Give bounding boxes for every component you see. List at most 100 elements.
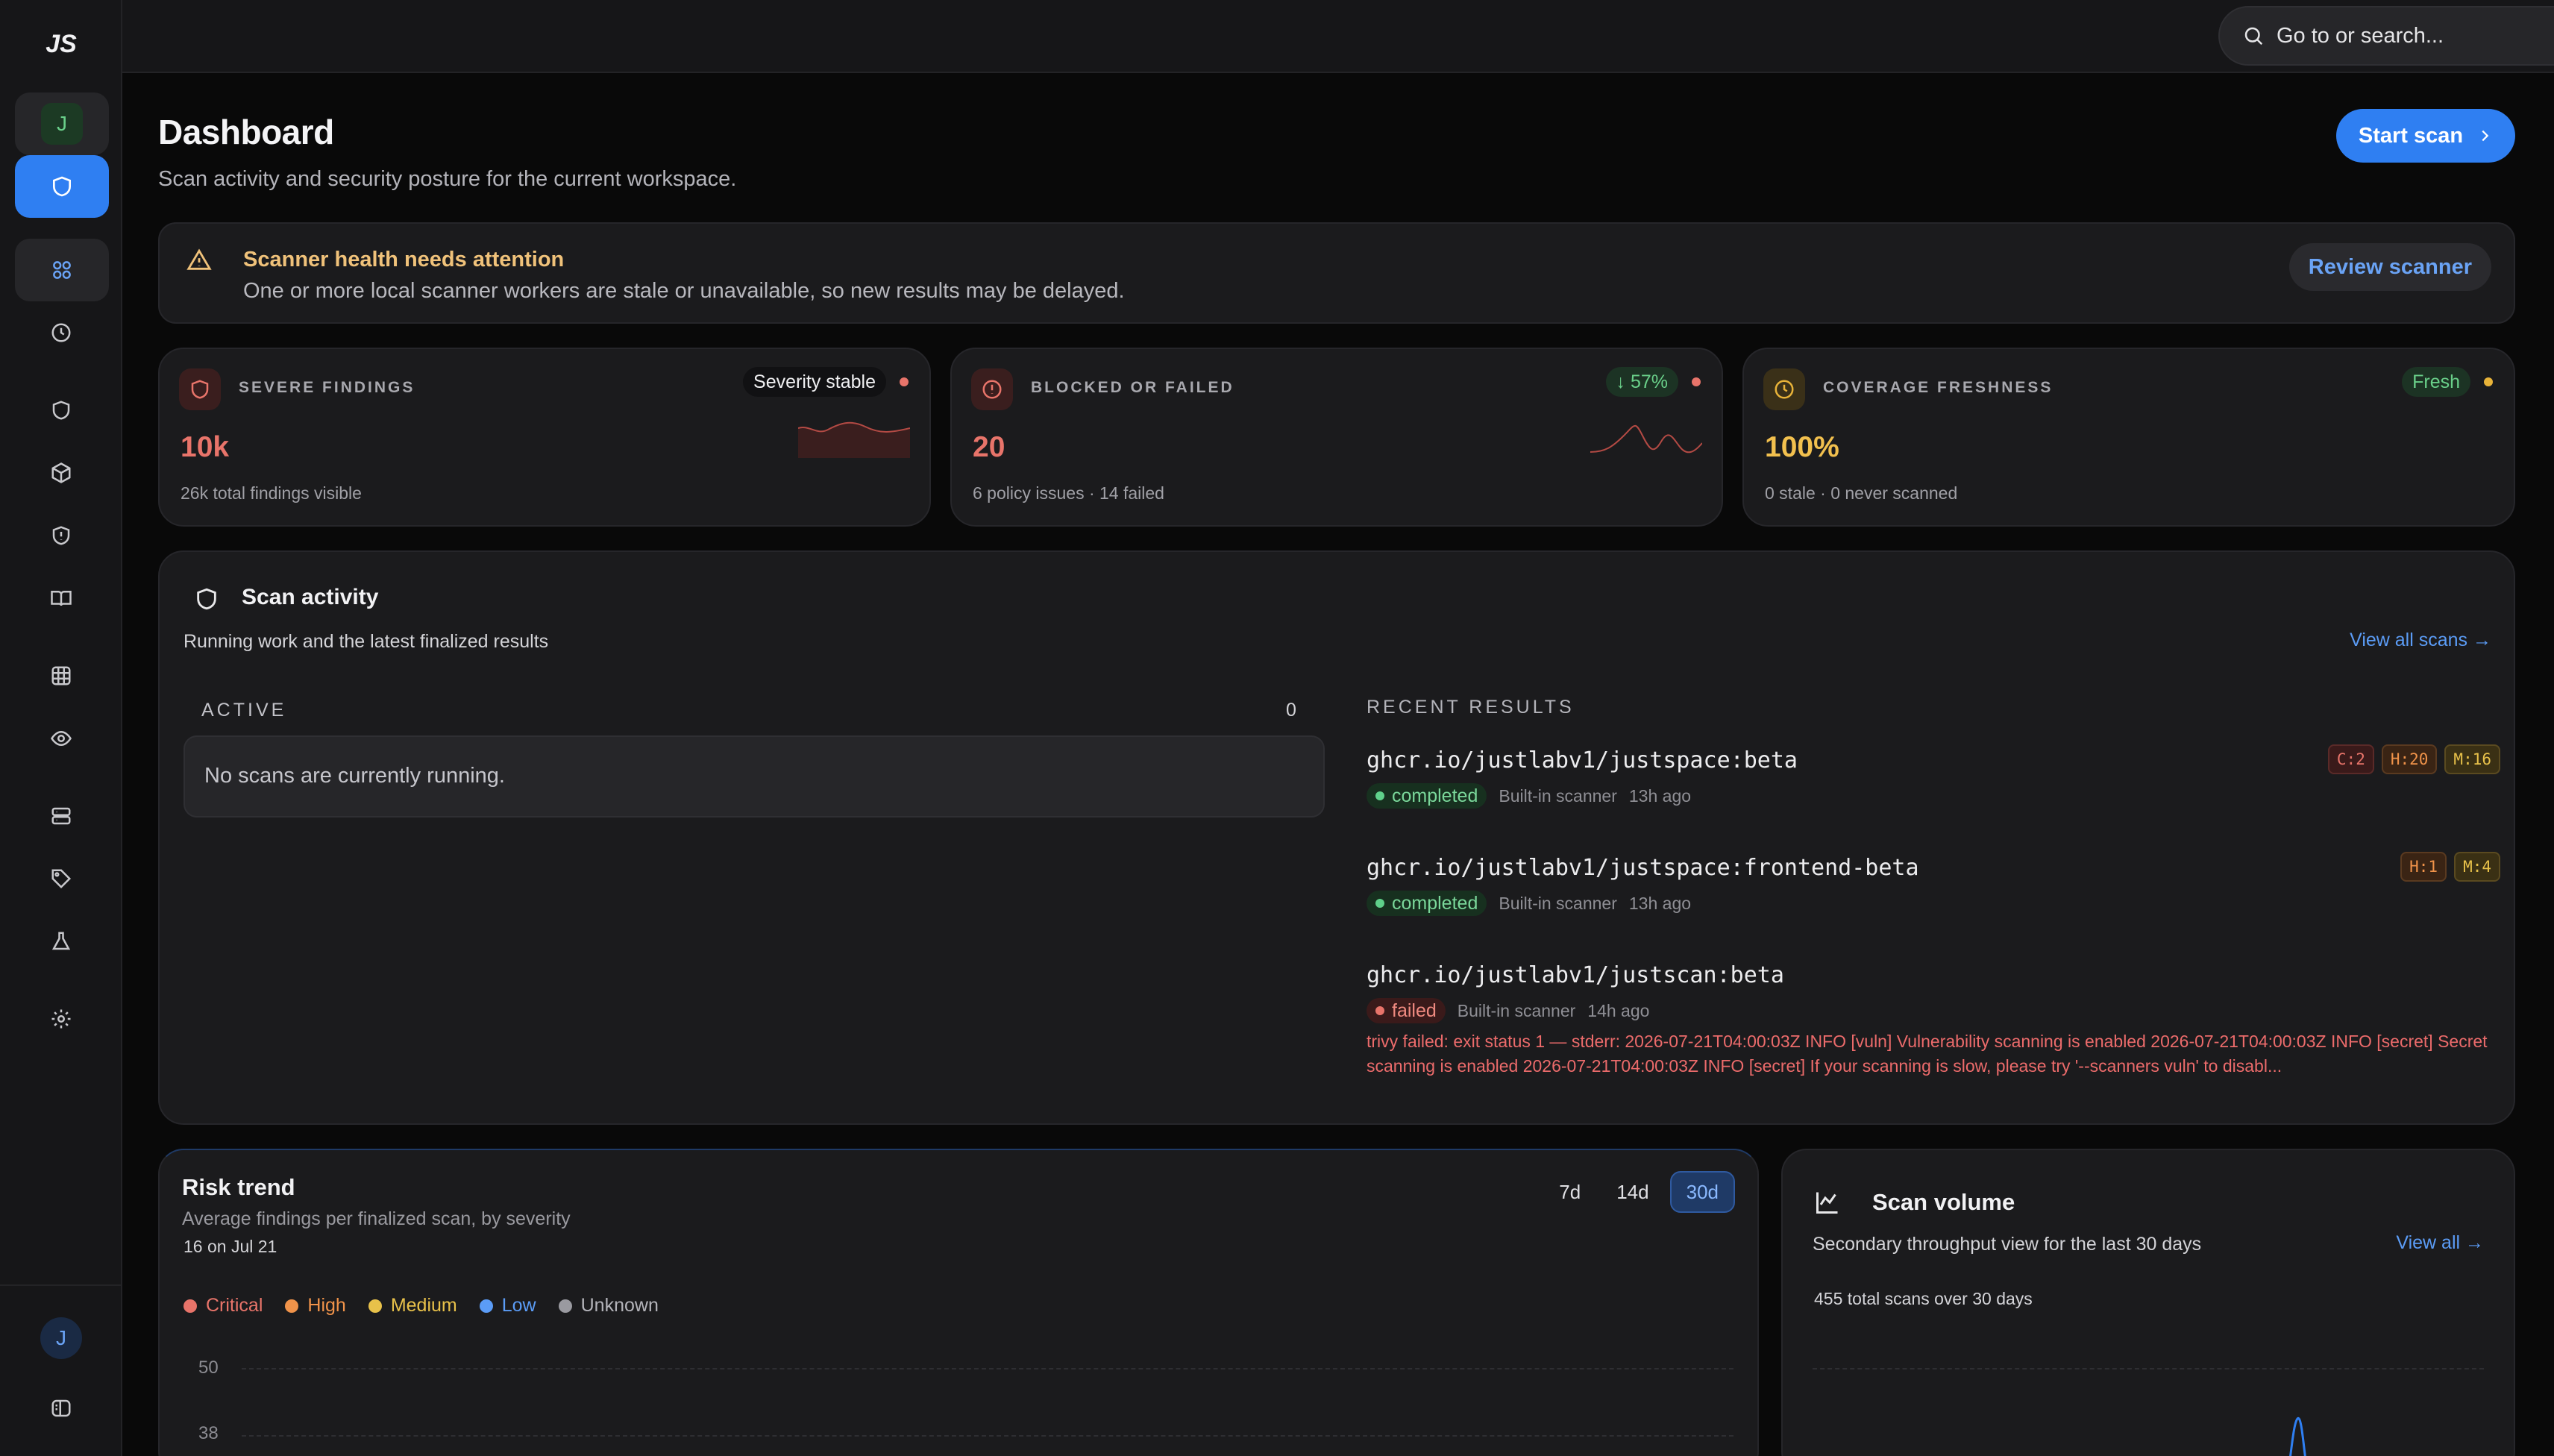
status-badge: completed (1367, 891, 1487, 916)
sidebar-divider (0, 1284, 121, 1286)
image-name: ghcr.io/justlabv1/justspace:frontend-bet… (1367, 855, 1919, 881)
alert-text: One or more local scanner workers are st… (243, 279, 1125, 303)
metric-sparkline (1590, 424, 1702, 454)
scanner-name: Built-in scanner (1499, 893, 1617, 913)
range-7d[interactable]: 7d (1544, 1171, 1596, 1213)
active-scans-empty-state: No scans are currently running. (183, 735, 1325, 818)
search-placeholder: Go to or search... (2277, 23, 2444, 48)
result-meta: failed Built-in scanner 14h ago (1367, 998, 1649, 1023)
result-item[interactable]: ghcr.io/justlabv1/justscan:beta failed B… (1367, 962, 2500, 1076)
sidebar-item-scanners[interactable] (46, 801, 76, 831)
severity-badges: C:2 H:20 M:16 (2327, 744, 2500, 774)
volume-spike (2289, 1417, 2306, 1456)
sidebar-item-dashboard[interactable] (15, 239, 109, 301)
medium-badge: M:16 (2444, 744, 2500, 774)
workspace-avatar: J (41, 103, 83, 145)
review-scanner-button[interactable]: Review scanner (2288, 243, 2491, 291)
metric-status-dot (900, 377, 909, 386)
panel-subtitle: Running work and the latest finalized re… (183, 631, 549, 652)
active-section-label: ACTIVE (201, 700, 287, 721)
y-tick-label: 50 (198, 1358, 219, 1378)
clock-icon (1763, 368, 1805, 410)
metric-label: COVERAGE FRESHNESS (1823, 379, 2053, 396)
range-14d[interactable]: 14d (1601, 1171, 1663, 1213)
app-logo[interactable]: JS (30, 30, 92, 63)
scan-volume-panel: Scan volume Secondary throughput view fo… (1781, 1149, 2515, 1456)
eye-icon (51, 730, 72, 747)
search-input[interactable]: Go to or search... ⌘K (2218, 6, 2554, 66)
search-icon (2244, 27, 2263, 46)
sidebar-item-tags[interactable] (46, 864, 76, 894)
shield-alert-icon (52, 526, 70, 545)
sidebar-item-monitoring[interactable] (46, 724, 76, 753)
timestamp: 14h ago (1587, 1000, 1650, 1020)
timestamp: 13h ago (1628, 785, 1692, 806)
workspace-switcher[interactable]: J (15, 92, 109, 155)
tag-icon (51, 869, 72, 889)
gridline (242, 1368, 1733, 1369)
start-scan-button[interactable]: Start scan (2336, 109, 2515, 163)
alert-title: Scanner health needs attention (243, 248, 565, 272)
view-all-scans-link[interactable]: View all scans → (2350, 630, 2491, 651)
total-scans: 455 total scans over 30 days (1814, 1289, 2033, 1308)
sidebar-item-history[interactable] (46, 318, 76, 348)
chevron-right-icon (2482, 130, 2489, 142)
result-meta: completed Built-in scanner 13h ago (1367, 783, 1691, 809)
sidebar-toggle[interactable] (46, 1393, 76, 1423)
result-meta: completed Built-in scanner 13h ago (1367, 891, 1691, 916)
table-icon (51, 666, 71, 685)
sidebar-item-findings[interactable] (46, 395, 76, 425)
legend-unknown[interactable]: Unknown (558, 1295, 659, 1317)
metric-footnote: 26k total findings visible (181, 483, 362, 503)
status-badge: failed (1367, 998, 1446, 1023)
sidebar-item-security[interactable] (15, 155, 109, 218)
user-avatar[interactable]: J (40, 1317, 82, 1359)
metric-card-severe-findings[interactable]: SEVERE FINDINGS Severity stable 10k 26k … (158, 348, 931, 527)
legend-low[interactable]: Low (479, 1295, 536, 1317)
grid-icon (53, 261, 71, 279)
metric-footnote: 0 stale · 0 never scanned (1765, 483, 1958, 503)
clock-icon (51, 323, 71, 342)
range-selector: 7d 14d 30d (1544, 1171, 1735, 1213)
medium-badge: M:4 (2454, 852, 2500, 882)
metric-label: SEVERE FINDINGS (239, 379, 415, 396)
scanner-health-alert: Scanner health needs attention One or mo… (158, 222, 2515, 324)
high-badge: H:20 (2381, 744, 2438, 774)
range-30d[interactable]: 30d (1669, 1171, 1735, 1213)
metric-status-pill: Severity stable (743, 367, 886, 397)
metric-value: 10k (181, 431, 230, 463)
view-all-volume-link[interactable]: View all → (2396, 1232, 2484, 1254)
severity-badges: H:1 M:4 (2400, 852, 2500, 882)
latest-value-note: 16 on Jul 21 (183, 1237, 277, 1256)
error-message: trivy failed: exit status 1 — stderr: 20… (1367, 1032, 2488, 1076)
panel-title: Risk trend (182, 1174, 295, 1200)
result-item[interactable]: ghcr.io/justlabv1/justspace:frontend-bet… (1367, 852, 2500, 916)
legend-high[interactable]: High (285, 1295, 346, 1317)
legend-medium[interactable]: Medium (368, 1295, 457, 1317)
active-count: 0 (1286, 700, 1296, 721)
sidebar-item-docs[interactable] (46, 583, 76, 613)
shield-outline-icon (52, 401, 70, 420)
scanner-name: Built-in scanner (1457, 1000, 1576, 1020)
shield-icon (197, 588, 216, 610)
risk-trend-panel: Risk trend Average findings per finalize… (158, 1149, 1759, 1456)
metric-footnote: 6 policy issues · 14 failed (973, 483, 1164, 503)
sidebar-item-settings[interactable] (46, 1004, 76, 1034)
metric-card-coverage-freshness[interactable]: COVERAGE FRESHNESS Fresh 100% 0 stale · … (1742, 348, 2515, 527)
legend-critical[interactable]: Critical (183, 1295, 263, 1317)
sidebar-item-labs[interactable] (46, 926, 76, 956)
metric-card-blocked-failed[interactable]: BLOCKED OR FAILED ↓ 57% 20 6 policy issu… (950, 348, 1723, 527)
shield-icon (179, 368, 221, 410)
panel-title: Scan activity (242, 585, 379, 609)
sidebar-item-packages[interactable] (46, 458, 76, 488)
panel-title: Scan volume (1872, 1189, 2015, 1215)
server-icon (51, 807, 71, 825)
flask-icon (51, 932, 71, 950)
gridline (1813, 1368, 2484, 1369)
page-subtitle: Scan activity and security posture for t… (158, 167, 737, 191)
scanner-name: Built-in scanner (1499, 785, 1617, 806)
sidebar-item-registries[interactable] (46, 661, 76, 691)
package-icon (51, 462, 71, 483)
result-item[interactable]: ghcr.io/justlabv1/justspace:beta C:2 H:2… (1367, 744, 2500, 809)
sidebar-item-policies[interactable] (46, 521, 76, 550)
